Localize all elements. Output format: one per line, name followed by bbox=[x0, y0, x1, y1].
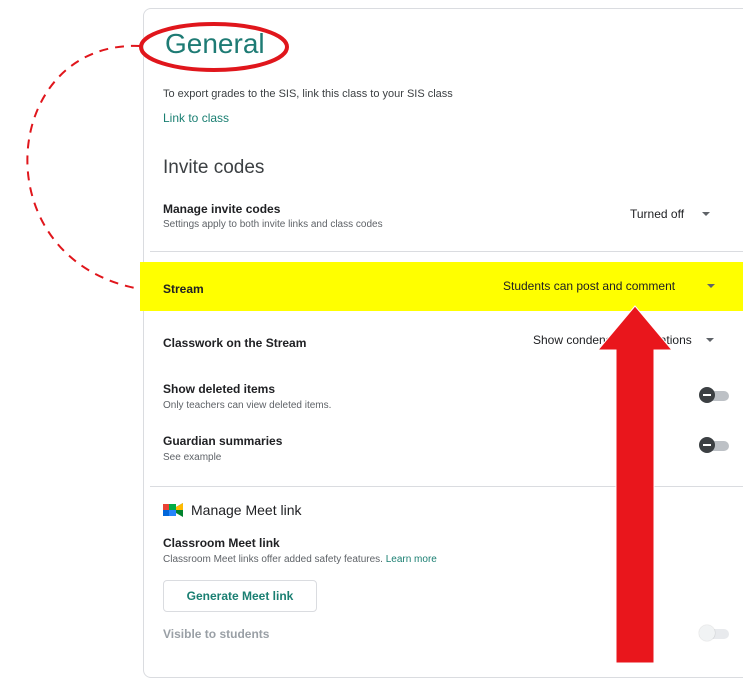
sis-description: To export grades to the SIS, link this c… bbox=[163, 88, 453, 100]
stream-dropdown[interactable]: Students can post and comment bbox=[503, 279, 716, 293]
stream-value: Students can post and comment bbox=[503, 279, 676, 293]
toggle-knob bbox=[699, 387, 715, 403]
classroom-meet-label: Classroom Meet link bbox=[163, 536, 280, 550]
deleted-items-sub: Only teachers can view deleted items. bbox=[163, 400, 332, 411]
toggle-knob bbox=[699, 625, 715, 641]
deleted-items-toggle[interactable] bbox=[699, 387, 729, 403]
manage-invite-codes-label: Manage invite codes bbox=[163, 202, 281, 216]
chevron-down-icon bbox=[702, 212, 711, 216]
visible-to-students-label: Visible to students bbox=[163, 627, 270, 641]
toggle-knob bbox=[699, 437, 715, 453]
classroom-meet-sub: Classroom Meet links offer added safety … bbox=[163, 554, 437, 565]
page-title: General bbox=[165, 28, 265, 59]
see-example-link[interactable]: See example bbox=[163, 452, 221, 463]
learn-more-link[interactable]: Learn more bbox=[386, 554, 437, 565]
link-to-class-link[interactable]: Link to class bbox=[163, 111, 229, 125]
generate-meet-link-button[interactable]: Generate Meet link bbox=[163, 580, 317, 612]
chevron-down-icon bbox=[707, 284, 716, 288]
chevron-down-icon bbox=[705, 338, 714, 342]
google-meet-icon bbox=[163, 503, 183, 517]
guardian-summaries-label: Guardian summaries bbox=[163, 434, 283, 448]
manage-invite-codes-sub: Settings apply to both invite links and … bbox=[163, 219, 383, 230]
manage-meet-heading: Manage Meet link bbox=[191, 502, 302, 518]
guardian-summaries-toggle[interactable] bbox=[699, 437, 729, 453]
manage-invite-codes-value: Turned off bbox=[630, 207, 685, 221]
classwork-stream-value: Show condensed notifications bbox=[533, 333, 692, 347]
invite-codes-heading: Invite codes bbox=[163, 157, 265, 178]
deleted-items-label: Show deleted items bbox=[163, 382, 276, 396]
dashed-connector bbox=[26, 44, 141, 290]
classwork-stream-dropdown[interactable]: Show condensed notifications bbox=[533, 333, 714, 347]
visible-to-students-toggle[interactable] bbox=[699, 625, 729, 641]
classwork-stream-label: Classwork on the Stream bbox=[163, 336, 307, 350]
manage-invite-codes-dropdown[interactable]: Turned off bbox=[630, 207, 711, 221]
stream-label: Stream bbox=[163, 282, 204, 296]
divider bbox=[150, 486, 743, 487]
classroom-meet-sub-text: Classroom Meet links offer added safety … bbox=[163, 554, 383, 565]
divider bbox=[150, 251, 743, 252]
